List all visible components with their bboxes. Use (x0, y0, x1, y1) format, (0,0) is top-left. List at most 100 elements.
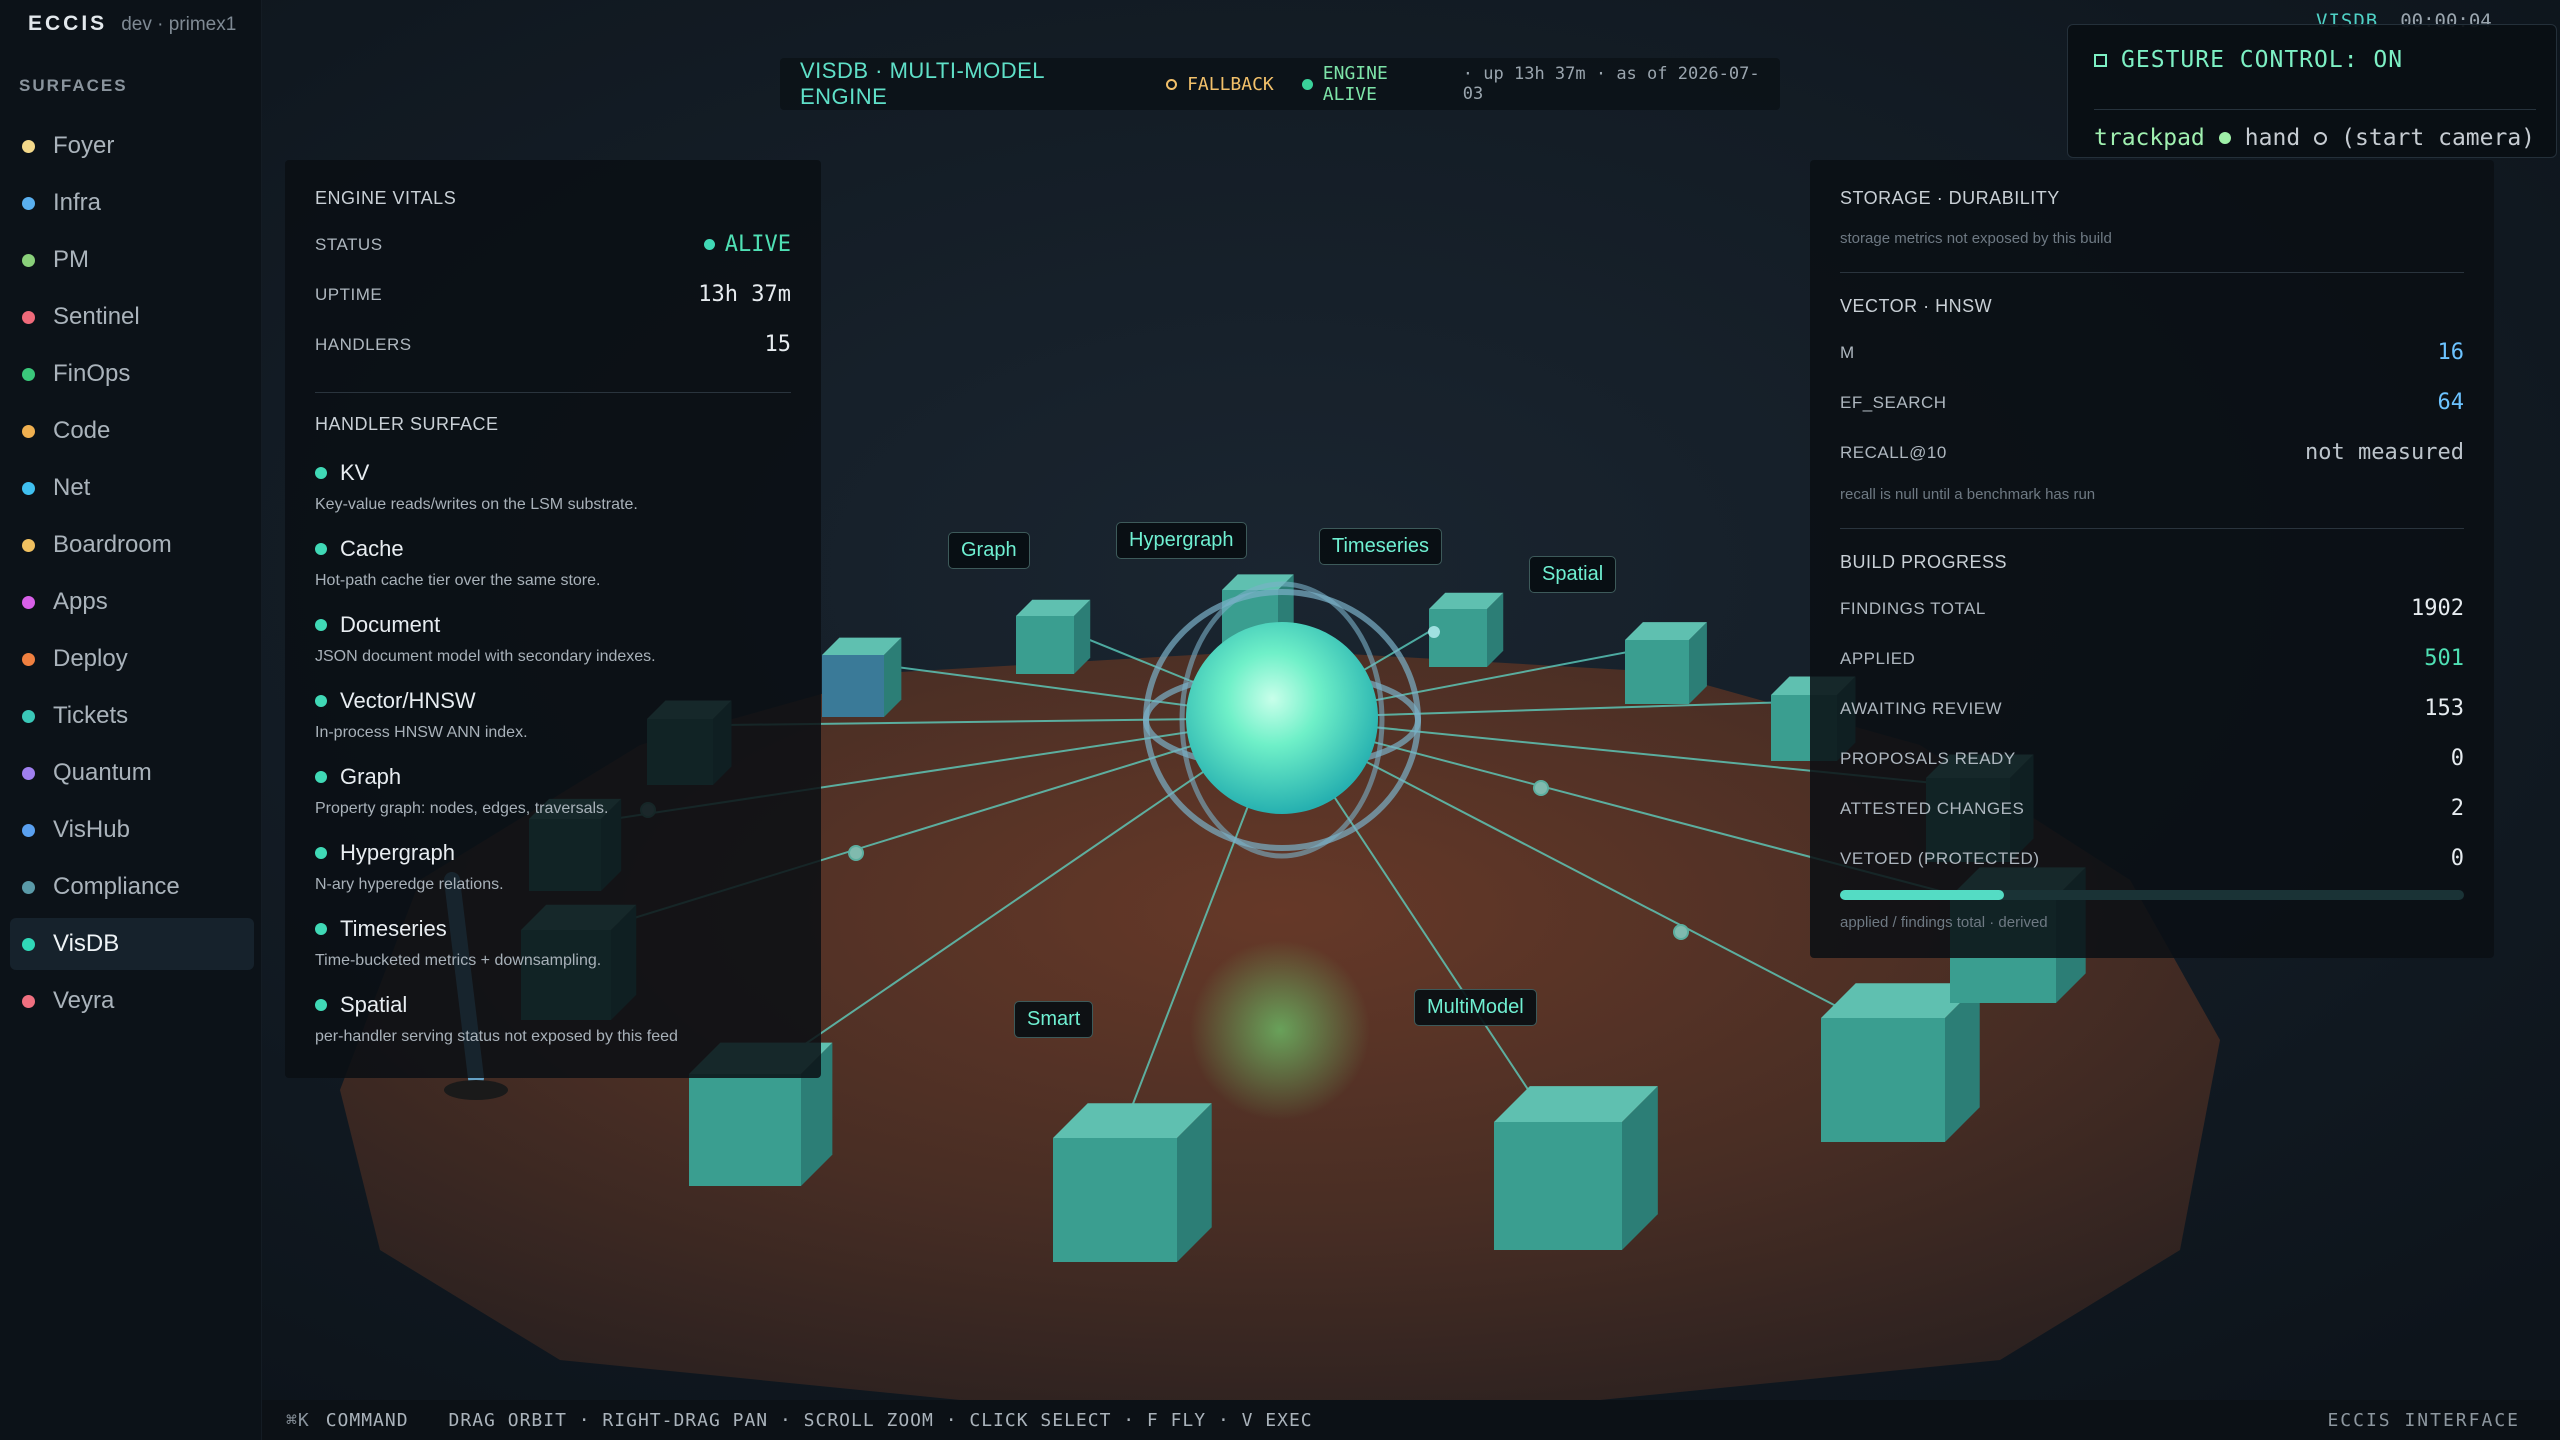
command-key[interactable]: ⌘K (286, 1410, 310, 1431)
sidebar-item-pm[interactable]: PM (10, 234, 254, 286)
handler-item[interactable]: Cache Hot-path cache tier over the same s… (315, 536, 801, 590)
findings-value: 1902 (2411, 596, 2464, 621)
sidebar-item-boardroom[interactable]: Boardroom (10, 519, 254, 571)
attested-row: ATTESTED CHANGES 2 (1840, 796, 2464, 821)
status-dot-icon (22, 253, 35, 267)
command-button[interactable]: COMMAND (326, 1410, 409, 1431)
handler-status-icon (315, 695, 327, 707)
sidebar-item-code[interactable]: Code (10, 405, 254, 457)
handler-description: Hot-path cache tier over the same store. (315, 572, 601, 589)
sidebar-item-compliance[interactable]: Compliance (10, 861, 254, 913)
handler-name: Hypergraph (340, 840, 455, 865)
status-dot-icon (22, 196, 35, 210)
handler-item[interactable]: Timeseries Time-bucketed metrics + downsa… (315, 916, 801, 970)
sidebar-item-tickets[interactable]: Tickets (10, 690, 254, 742)
link-node (848, 845, 864, 861)
proposals-row: PROPOSALS READY 0 (1840, 746, 2464, 771)
sidebar-item-label: Sentinel (53, 303, 140, 330)
node-label-hypergraph[interactable]: Hypergraph (1116, 522, 1247, 559)
gesture-toggle[interactable]: GESTURE CONTROL: ON (2094, 47, 2403, 73)
handler-cube[interactable] (1625, 622, 1707, 704)
vetoed-row: VETOED (PROTECTED) 0 (1840, 846, 2464, 871)
handler-name: Timeseries (340, 916, 447, 941)
start-camera-link[interactable]: (start camera) (2341, 125, 2535, 151)
m-row: M 16 (1840, 340, 2464, 365)
build-progress-bar (1840, 890, 2464, 900)
progress-note: applied / findings total · derived (1840, 914, 2048, 931)
handler-name: Spatial (340, 992, 408, 1017)
sidebar-item-label: VisDB (53, 930, 120, 957)
sidebar-item-label: Boardroom (53, 531, 172, 558)
handler-cube[interactable] (1821, 983, 1980, 1142)
handler-status-icon (315, 619, 327, 631)
sidebar-item-sentinel[interactable]: Sentinel (10, 291, 254, 343)
sidebar-item-deploy[interactable]: Deploy (10, 633, 254, 685)
sidebar-item-label: FinOps (53, 360, 131, 387)
node-label-spatial[interactable]: Spatial (1529, 556, 1617, 593)
handler-item[interactable]: KV Key-value reads/writes on the LSM subs… (315, 460, 801, 514)
handler-cube[interactable] (1016, 599, 1091, 674)
vitals-title: ENGINE VITALS (315, 188, 457, 208)
handler-name: Cache (340, 536, 404, 561)
sidebar-item-infra[interactable]: Infra (10, 177, 254, 229)
status-dot-icon (22, 994, 35, 1008)
bottom-hint-bar: ⌘K COMMAND DRAG ORBIT · RIGHT-DRAG PAN ·… (262, 1400, 2560, 1440)
status-row: STATUS ALIVE (315, 232, 791, 257)
sidebar-item-finops[interactable]: FinOps (10, 348, 254, 400)
node-label-timeseries[interactable]: Timeseries (1319, 528, 1443, 565)
handler-item[interactable]: Hypergraph N-ary hyperedge relations. (315, 840, 801, 894)
handler-item[interactable]: Document JSON document model with seconda… (315, 612, 801, 666)
vector-title: VECTOR · HNSW (1840, 296, 1993, 316)
handlers-row: HANDLERS 15 (315, 332, 791, 357)
storage-title: STORAGE · DURABILITY (1840, 188, 2060, 208)
handler-item[interactable]: Graph Property graph: nodes, edges, trave… (315, 764, 801, 818)
status-dot-icon (22, 595, 35, 609)
checkbox-icon (2094, 53, 2107, 67)
storage-note: storage metrics not exposed by this buil… (1840, 230, 2112, 247)
trackpad-option[interactable]: trackpad (2094, 125, 2205, 151)
sidebar-item-foyer[interactable]: Foyer (10, 120, 254, 172)
handlers-value: 15 (764, 332, 792, 357)
applied-value: 501 (2424, 646, 2464, 671)
status-dot-icon (22, 880, 35, 894)
findings-row: FINDINGS TOTAL 1902 (1840, 596, 2464, 621)
sidebar-item-veyra[interactable]: Veyra (10, 975, 254, 1027)
node-label-smart[interactable]: Smart (1014, 1001, 1094, 1038)
link-node (1673, 924, 1689, 940)
surface-nav: Foyer Infra PM Sentinel FinOps Code Net Boardro… (10, 120, 254, 1032)
sidebar-item-apps[interactable]: Apps (10, 576, 254, 628)
brand-logo[interactable]: ECCIS (28, 12, 107, 36)
status-dot-icon (22, 652, 35, 666)
handler-description: Key-value reads/writes on the LSM substr… (315, 496, 638, 513)
uptime-meta: · up 13h 37m · as of 2026-07-03 (1462, 64, 1760, 104)
recall-row: RECALL@10 not measured (1840, 440, 2464, 465)
status-dot-icon (22, 367, 35, 381)
sidebar-item-quantum[interactable]: Quantum (10, 747, 254, 799)
sidebar-item-net[interactable]: Net (10, 462, 254, 514)
handler-name: Document (340, 612, 441, 637)
handler-cube[interactable] (1429, 592, 1504, 667)
handler-status-icon (315, 923, 327, 935)
handler-name: Vector/HNSW (340, 688, 476, 713)
node-label-multimodel[interactable]: MultiModel (1414, 989, 1537, 1026)
node-label-graph[interactable]: Graph (948, 532, 1030, 569)
sidebar-item-label: VisHub (53, 816, 130, 843)
handler-description: N-ary hyperedge relations. (315, 876, 504, 893)
handler-cube[interactable] (1053, 1103, 1212, 1262)
sidebar-item-visdb[interactable]: VisDB (10, 918, 254, 970)
sidebar-item-vishub[interactable]: VisHub (10, 804, 254, 856)
handler-item[interactable]: Spatial per-handler serving status not ex… (315, 992, 801, 1046)
status-dot-icon (22, 424, 35, 438)
sidebar-item-label: Quantum (53, 759, 152, 786)
ground-glow (1190, 940, 1370, 1120)
fallback-badge: FALLBACK (1166, 74, 1274, 95)
hand-option[interactable]: hand (2245, 125, 2300, 151)
handler-cube[interactable] (1494, 1086, 1658, 1250)
status-dot-icon (22, 709, 35, 723)
fallback-ring-icon (1166, 78, 1178, 90)
handler-cube[interactable] (822, 637, 902, 717)
handler-item[interactable]: Vector/HNSW In-process HNSW ANN index. (315, 688, 801, 742)
footer-brand: ECCIS INTERFACE (2327, 1409, 2520, 1431)
awaiting-row: AWAITING REVIEW 153 (1840, 696, 2464, 721)
status-dot-icon (22, 481, 35, 495)
